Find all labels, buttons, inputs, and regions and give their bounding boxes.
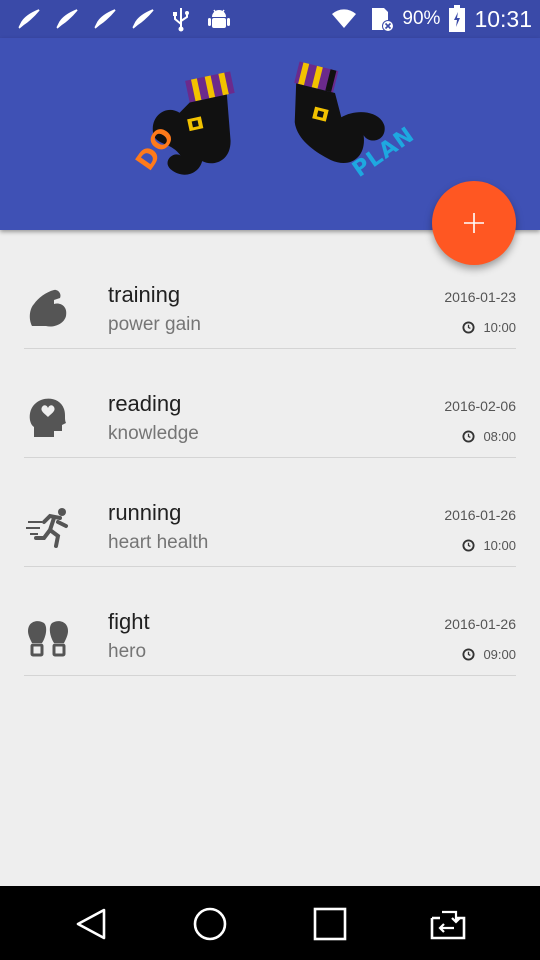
muscle-icon xyxy=(29,289,67,327)
clock: 10:31 xyxy=(474,5,532,32)
item-title: reading xyxy=(108,391,182,416)
feather-icon xyxy=(132,9,154,29)
status-bar: 90% 10:31 xyxy=(0,0,540,38)
android-debug-icon xyxy=(208,9,230,28)
feather-icon xyxy=(18,9,40,29)
item-time: 09:00 xyxy=(462,647,516,662)
recents-icon[interactable] xyxy=(310,904,350,944)
item-time-text: 10:00 xyxy=(483,538,516,553)
plus-icon xyxy=(464,213,484,233)
boxing-gloves-icon xyxy=(28,621,68,657)
screen-switch-icon[interactable] xyxy=(428,904,468,944)
back-icon[interactable] xyxy=(72,904,112,944)
feather-icon xyxy=(56,9,78,29)
item-title: fight xyxy=(108,609,150,634)
clock-icon xyxy=(462,539,475,552)
battery-charging-icon xyxy=(449,5,466,32)
item-time: 10:00 xyxy=(462,538,516,553)
app-logo: DO PLAN xyxy=(125,56,419,206)
item-subtitle: power gain xyxy=(108,314,201,335)
system-nav-bar xyxy=(0,886,540,960)
item-time-text: 10:00 xyxy=(483,320,516,335)
wifi-icon xyxy=(332,9,357,28)
list-item[interactable]: fight hero 2016-01-26 09:00 xyxy=(24,567,516,676)
item-date: 2016-01-26 xyxy=(444,616,516,632)
clock-icon xyxy=(462,430,475,443)
head-heart-icon xyxy=(29,398,66,437)
running-man-icon xyxy=(26,508,68,548)
item-title: running xyxy=(108,500,182,525)
item-title: training xyxy=(108,282,181,307)
notification-icons xyxy=(16,6,232,32)
plan-list: training power gain 2016-01-23 10:00 rea… xyxy=(0,240,540,676)
item-date: 2016-01-23 xyxy=(444,289,516,305)
item-subtitle: knowledge xyxy=(108,423,199,444)
item-time: 10:00 xyxy=(462,320,516,335)
item-date: 2016-01-26 xyxy=(444,507,516,523)
item-subtitle: hero xyxy=(108,641,147,662)
list-item[interactable]: training power gain 2016-01-23 10:00 xyxy=(24,240,516,349)
item-date: 2016-02-06 xyxy=(444,398,516,414)
feather-icon xyxy=(94,9,116,29)
battery-percent: 90% xyxy=(402,8,441,29)
usb-icon xyxy=(173,8,189,32)
item-time-text: 09:00 xyxy=(483,647,516,662)
home-icon[interactable] xyxy=(190,904,230,944)
list-item[interactable]: running heart health 2016-01-26 10:00 xyxy=(24,458,516,567)
item-time-text: 08:00 xyxy=(483,429,516,444)
list-item[interactable]: reading knowledge 2016-02-06 08:00 xyxy=(24,349,516,458)
item-time: 08:00 xyxy=(462,429,516,444)
system-status: 90% 10:31 xyxy=(328,4,532,34)
clock-icon xyxy=(462,648,475,661)
clock-icon xyxy=(462,321,475,334)
item-subtitle: heart health xyxy=(108,532,209,553)
sim-error-icon xyxy=(372,8,395,32)
